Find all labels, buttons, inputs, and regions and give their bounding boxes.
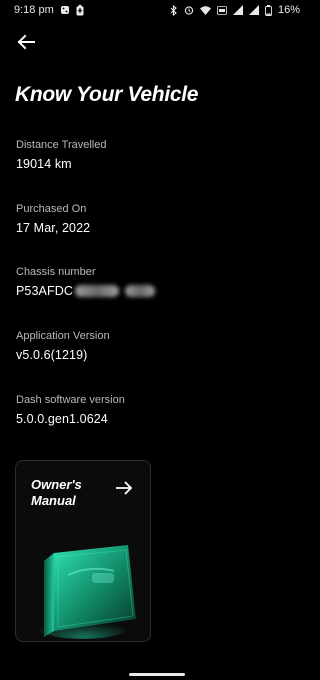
chassis-value-row: P53AFDC [16,284,155,298]
info-value: 19014 km [16,157,72,171]
back-button[interactable] [14,33,38,55]
book-icon [38,539,148,639]
info-dash-software-version: Dash software version 5.0.0.gen1.0624 [16,394,125,426]
owners-manual-card[interactable]: Owner's Manual [15,460,151,642]
home-indicator[interactable] [129,673,185,676]
arrow-right-icon [114,480,134,496]
bluetooth-icon [170,4,178,16]
info-distance-travelled: Distance Travelled 19014 km [16,139,107,171]
signal-icon [232,5,243,15]
signal-icon [248,5,259,15]
status-left: 9:18 pm [14,4,84,16]
info-label: Purchased On [16,203,87,215]
battery-saver-icon [76,4,84,16]
info-application-version: Application Version v5.0.6(1219) [16,330,110,362]
info-value: 17 Mar, 2022 [16,221,91,235]
dice-icon [60,5,70,15]
volte-icon [217,5,227,15]
info-chassis-number: Chassis number P53AFDC [16,266,155,298]
battery-percent: 16% [277,4,300,16]
info-label: Application Version [16,330,110,342]
redacted-block [74,285,119,297]
redacted-block [124,285,155,297]
status-bar: 9:18 pm 16% [0,0,314,20]
info-label: Dash software version [16,394,125,406]
info-label: Distance Travelled [16,139,107,151]
wifi-icon [199,5,211,15]
alarm-icon [184,5,194,15]
status-right: 16% [170,4,300,16]
page-title: Know Your Vehicle [15,83,199,106]
arrow-left-icon [16,34,36,55]
status-time: 9:18 pm [14,4,54,16]
info-label: Chassis number [16,266,96,278]
info-value: 5.0.0.gen1.0624 [16,412,108,426]
info-value: v5.0.6(1219) [16,348,88,362]
info-value: P53AFDC [16,284,73,298]
info-purchased-on: Purchased On 17 Mar, 2022 [16,203,90,235]
battery-icon [265,4,272,16]
manual-title: Owner's Manual [31,477,82,508]
